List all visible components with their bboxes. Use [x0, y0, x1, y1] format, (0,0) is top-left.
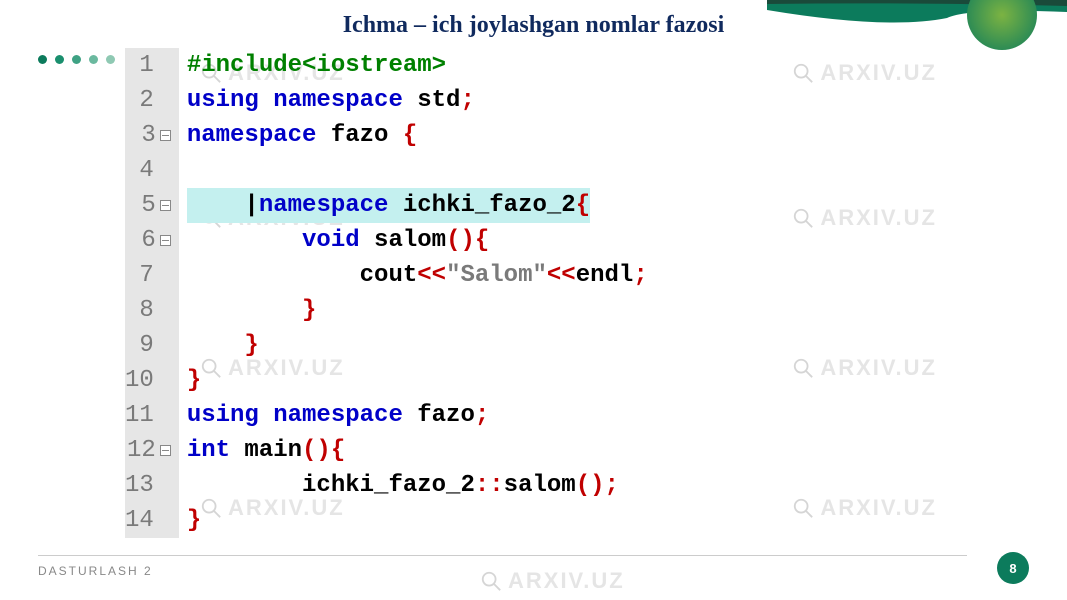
line-number: 5: [125, 188, 171, 223]
code-line: ichki_fazo_2::salom();: [187, 468, 648, 503]
code-line: |namespace ichki_fazo_2{: [187, 188, 648, 223]
line-number: 2: [125, 83, 171, 118]
code-line: using namespace std;: [187, 83, 648, 118]
line-number: 11: [125, 398, 171, 433]
watermark: ARXIV.UZ: [792, 495, 937, 521]
fold-icon: [160, 445, 171, 456]
watermark: ARXIV.UZ: [792, 60, 937, 86]
slide-title: Ichma – ich joylashgan nomlar fazosi: [0, 12, 1067, 39]
code-line: int main(){: [187, 433, 648, 468]
watermark: ARXIV.UZ: [792, 205, 937, 231]
fold-icon: [160, 235, 171, 246]
code-line: }: [187, 328, 648, 363]
watermark: ARXIV.UZ: [480, 568, 625, 594]
line-number: 8: [125, 293, 171, 328]
code-line: namespace fazo {: [187, 118, 648, 153]
code-line: [187, 153, 648, 188]
page-number-badge: 8: [997, 552, 1029, 584]
code-line: }: [187, 363, 648, 398]
code-line: using namespace fazo;: [187, 398, 648, 433]
line-number: 9: [125, 328, 171, 363]
code-line: void salom(){: [187, 223, 648, 258]
code-gutter: 1234567891011121314: [125, 48, 179, 538]
line-number: 13: [125, 468, 171, 503]
line-number: 4: [125, 153, 171, 188]
watermark: ARXIV.UZ: [792, 355, 937, 381]
line-number: 12: [125, 433, 171, 468]
line-number: 10: [125, 363, 171, 398]
code-line: }: [187, 503, 648, 538]
line-number: 3: [125, 118, 171, 153]
code-line: }: [187, 293, 648, 328]
line-number: 7: [125, 258, 171, 293]
decoration-dots: [38, 55, 115, 64]
line-number: 14: [125, 503, 171, 538]
footer-text: DASTURLASH 2: [38, 564, 153, 578]
code-line: #include<iostream>: [187, 48, 648, 83]
code-line: cout<<"Salom"<<endl;: [187, 258, 648, 293]
code-editor: 1234567891011121314 #include<iostream>us…: [125, 48, 648, 538]
code-content: #include<iostream>using namespace std;na…: [179, 48, 648, 538]
fold-icon: [160, 200, 171, 211]
footer-divider: [38, 555, 967, 556]
line-number: 6: [125, 223, 171, 258]
line-number: 1: [125, 48, 171, 83]
fold-icon: [160, 130, 171, 141]
